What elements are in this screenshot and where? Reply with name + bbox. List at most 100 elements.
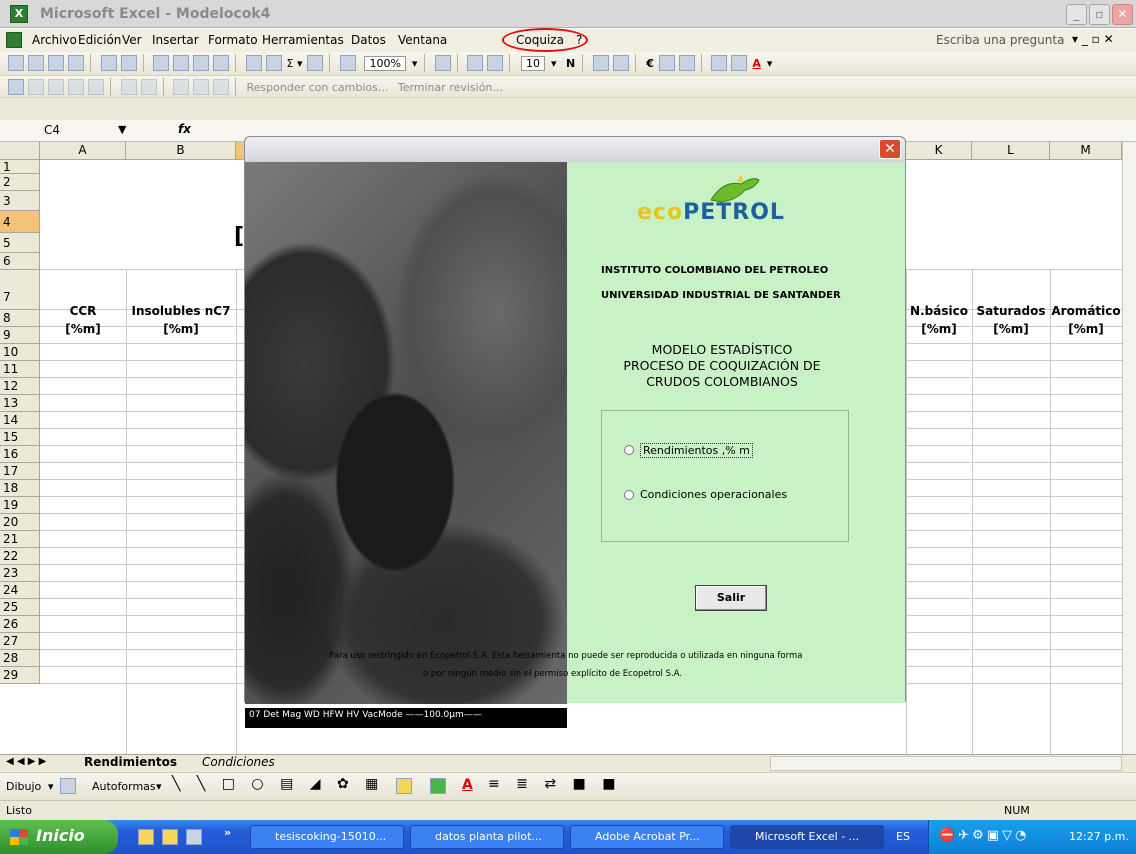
row-header[interactable]: 6 (0, 253, 40, 270)
start-button[interactable]: Inicio (0, 820, 118, 854)
open-icon[interactable] (28, 55, 44, 71)
row-header[interactable]: 20 (0, 514, 40, 531)
tray-icons[interactable]: ⛔✈⚙▣▽◔ (939, 828, 1029, 843)
research-icon[interactable] (265, 55, 282, 71)
column-header-a[interactable]: A (40, 142, 126, 160)
row-header[interactable]: 12 (0, 378, 40, 395)
row-header[interactable]: 2 (0, 174, 40, 191)
workbook-icon[interactable] (6, 32, 22, 48)
menu-ver[interactable]: Ver (122, 33, 142, 47)
ask-question-box[interactable]: Escriba una pregunta (936, 33, 1064, 47)
select-objects-icon[interactable] (60, 778, 76, 794)
name-box[interactable]: C4 (44, 123, 60, 137)
reply-with-changes-button[interactable]: Responder con cambios... (247, 81, 389, 94)
currency-button[interactable]: € (646, 57, 654, 70)
tab-rendimientos[interactable]: Rendimientos (84, 755, 177, 769)
font-color-tool-icon[interactable]: A (462, 777, 473, 793)
row-header[interactable]: 9 (0, 327, 40, 344)
row-header[interactable]: 4 (0, 211, 40, 233)
review-icon-5[interactable] (88, 79, 104, 95)
menu-edicion[interactable]: Edición (78, 33, 121, 47)
menu-datos[interactable]: Datos (351, 33, 386, 47)
review-icon-6[interactable] (120, 79, 137, 95)
dibujo-menu[interactable]: Dibujo (6, 780, 41, 793)
row-header[interactable]: 21 (0, 531, 40, 548)
quicklaunch-folder-icon[interactable] (138, 829, 154, 845)
task-acrobat[interactable]: Adobe Acrobat Pr... (570, 825, 724, 849)
insert-function-icon[interactable]: fx (178, 122, 191, 136)
show-desktop-icon[interactable] (186, 829, 202, 845)
format-painter-icon[interactable] (173, 55, 189, 71)
review-icon-2[interactable] (28, 79, 44, 95)
menu-archivo[interactable]: Archivo (32, 33, 77, 47)
language-indicator[interactable]: ES (896, 830, 910, 843)
row-header[interactable]: 28 (0, 650, 40, 667)
option-rendimientos-label[interactable]: Rendimientos ,% m (640, 443, 753, 458)
row-header[interactable]: 24 (0, 582, 40, 599)
row-header[interactable]: 1 (0, 160, 40, 174)
undo-icon[interactable] (193, 55, 209, 71)
row-header[interactable]: 15 (0, 429, 40, 446)
review-icon-10[interactable] (213, 79, 229, 95)
tab-nav-arrows[interactable]: ◀ ◀ ▶ ▶ (6, 756, 46, 767)
row-header[interactable]: 13 (0, 395, 40, 412)
merge-center-icon[interactable] (612, 55, 629, 71)
new-icon[interactable] (8, 55, 24, 71)
redo-icon[interactable] (213, 55, 229, 71)
review-icon-4[interactable] (68, 79, 84, 95)
row-header[interactable]: 25 (0, 599, 40, 616)
vertical-scrollbar[interactable] (1122, 142, 1136, 754)
doc-window-controls[interactable]: ▾ _ ▫ ✕ (1072, 32, 1114, 46)
chart-icon[interactable] (467, 55, 484, 71)
menu-insertar[interactable]: Insertar (152, 33, 199, 47)
autoformas-menu[interactable]: Autoformas (92, 780, 156, 793)
zoom-select[interactable]: 100% (364, 55, 406, 71)
borders-icon[interactable] (711, 55, 728, 71)
menu-ventana[interactable]: Ventana (398, 33, 447, 47)
radio-condiciones[interactable] (624, 490, 634, 500)
name-box-dropdown[interactable]: ▼ (118, 123, 126, 136)
review-icon-7[interactable] (140, 79, 157, 95)
menu-formato[interactable]: Formato (208, 33, 258, 47)
decrease-decimal-icon[interactable] (678, 55, 695, 71)
row-header[interactable]: 29 (0, 667, 40, 684)
line-icon[interactable] (487, 55, 504, 71)
autosum-icon[interactable]: Σ ▾ (287, 57, 303, 70)
row-header[interactable]: 17 (0, 463, 40, 480)
task-datos-planta[interactable]: datos planta pilot... (410, 825, 564, 849)
font-color-icon[interactable]: A (752, 57, 761, 70)
sort-icon[interactable] (307, 55, 324, 71)
salir-button[interactable]: Salir (695, 585, 767, 611)
review-icon-9[interactable] (193, 79, 209, 95)
column-header-m[interactable]: M (1050, 142, 1122, 160)
dialog-close-button[interactable]: ✕ (879, 139, 901, 159)
hyperlink-icon[interactable] (245, 55, 262, 71)
permission-icon[interactable] (68, 55, 84, 71)
row-header[interactable]: 22 (0, 548, 40, 565)
preview-icon[interactable] (120, 55, 137, 71)
font-size-select[interactable]: 10 (520, 55, 545, 71)
radio-rendimientos[interactable] (624, 445, 634, 455)
review-icon-3[interactable] (48, 79, 64, 95)
row-header[interactable]: 18 (0, 480, 40, 497)
align-center-icon[interactable] (592, 55, 609, 71)
row-header[interactable]: 27 (0, 633, 40, 650)
fill-color-icon[interactable] (731, 55, 748, 71)
minimize-button[interactable]: _ (1066, 4, 1087, 25)
dialog-title-bar[interactable] (245, 137, 905, 161)
close-window-button[interactable]: ✕ (1112, 4, 1133, 25)
tab-condiciones[interactable]: Condiciones (202, 755, 275, 769)
line-style-tools[interactable]: ≡ ≣ ⇄ ■ ■ (488, 776, 621, 792)
row-header[interactable]: 7 (0, 270, 40, 310)
quicklaunch-more-icon[interactable]: » (224, 826, 231, 839)
review-icon-8[interactable] (173, 79, 189, 95)
excel-app-icon[interactable]: X (10, 5, 28, 23)
row-header[interactable]: 10 (0, 344, 40, 361)
line-color-tool-icon[interactable] (430, 778, 446, 794)
menu-herramientas[interactable]: Herramientas (262, 33, 344, 47)
row-header[interactable]: 11 (0, 361, 40, 378)
horizontal-scrollbar[interactable] (770, 756, 1122, 771)
shape-tools[interactable]: ╲ ╲ □ ○ ▤ ◢ ✿ ▦ ▧ (172, 776, 414, 792)
row-header[interactable]: 26 (0, 616, 40, 633)
chart-wizard-icon[interactable] (339, 55, 356, 71)
